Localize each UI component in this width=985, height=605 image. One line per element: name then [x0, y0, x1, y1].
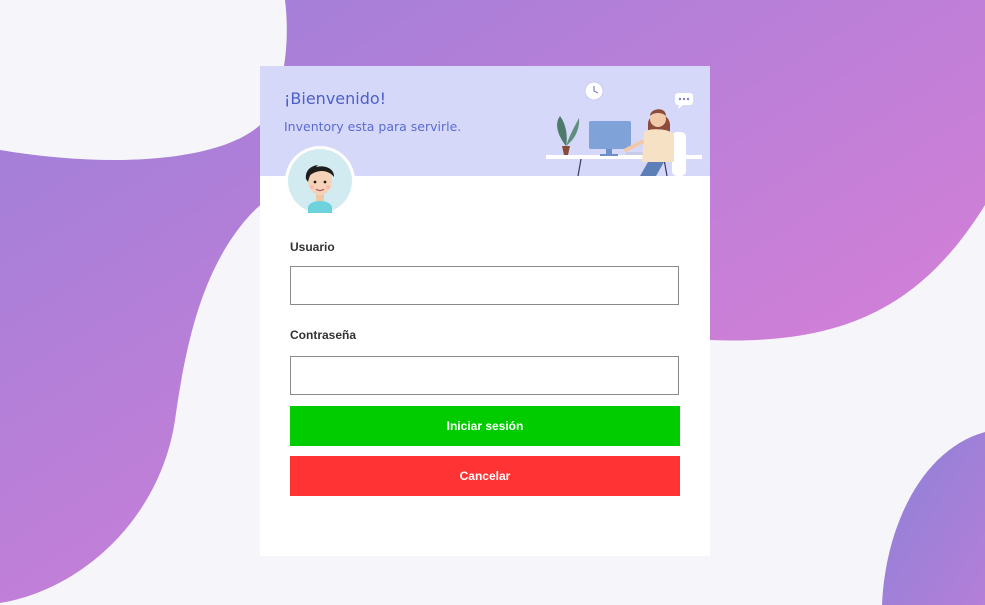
login-card: ¡Bienvenido! Inventory esta para servirl… — [260, 66, 710, 556]
cancel-button[interactable]: Cancelar — [290, 456, 680, 496]
user-avatar-icon — [288, 149, 352, 213]
welcome-subtitle: Inventory esta para servirle. — [284, 119, 462, 134]
background-blob-corner — [882, 432, 985, 605]
username-label: Usuario — [290, 240, 335, 254]
login-button[interactable]: Iniciar sesión — [290, 406, 680, 446]
office-worker-illustration — [546, 81, 702, 176]
password-label: Contraseña — [290, 328, 357, 342]
avatar — [285, 146, 355, 216]
password-input[interactable] — [290, 356, 679, 395]
welcome-title: ¡Bienvenido! — [284, 89, 387, 108]
username-input[interactable] — [290, 266, 679, 305]
